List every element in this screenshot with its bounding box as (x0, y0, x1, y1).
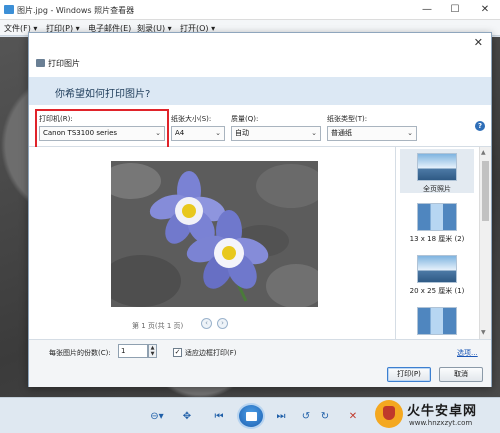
previous-page-button[interactable]: ‹ (201, 318, 212, 329)
printer-highlight-box (35, 109, 169, 151)
chevron-down-icon: ⌄ (407, 129, 413, 137)
window-title: 图片.jpg - Windows 照片查看器 (17, 6, 135, 15)
scroll-up-icon[interactable]: ▲ (481, 149, 486, 156)
zoom-icon[interactable]: ⊖▾ (146, 408, 168, 426)
minimize-button[interactable]: — (420, 3, 434, 17)
paper-size-select[interactable]: A4 ⌄ (171, 126, 225, 141)
copies-label: 每张图片的份数(C): (49, 349, 111, 357)
next-page-button[interactable]: › (217, 318, 228, 329)
options-link[interactable]: 选项... (457, 348, 478, 358)
dialog-question: 你希望如何打印图片? (55, 89, 151, 100)
layout-label: 20 x 25 厘米 (1) (409, 287, 465, 295)
layout-full-page[interactable]: 全页照片 (400, 149, 474, 193)
previous-icon[interactable]: ⏮ (210, 408, 228, 426)
layout-20x25[interactable]: 20 x 25 厘米 (1) (400, 251, 474, 295)
watermark-url: www.hnzxzyt.com (409, 419, 473, 427)
copies-stepper[interactable]: ▲ ▼ (148, 344, 157, 358)
bull-logo-icon (375, 400, 403, 428)
fit-to-frame-checkbox[interactable]: ✓ (173, 348, 182, 357)
dialog-header: 打印图片 (29, 53, 491, 73)
next-icon[interactable]: ⏭ (272, 408, 290, 426)
question-band: 你希望如何打印图片? (29, 77, 491, 105)
layout-scrollbar[interactable]: ▲ ▼ (479, 147, 491, 339)
layout-label: 13 x 18 厘米 (2) (409, 235, 465, 243)
rotate-right-icon[interactable]: ↻ (318, 408, 332, 426)
rotate-left-icon[interactable]: ↺ (299, 408, 313, 426)
photo-viewer-app-icon (4, 5, 14, 14)
scroll-down-icon[interactable]: ▼ (481, 329, 486, 336)
layout-partial[interactable] (400, 303, 474, 337)
slideshow-button[interactable] (237, 403, 265, 429)
close-window-button[interactable]: ✕ (478, 3, 492, 17)
fit-to-frame-label: 适应边框打印(F) (185, 349, 237, 357)
site-watermark: 火牛安卓网 www.hnzxzyt.com (375, 398, 499, 432)
layout-label: 全页照片 (423, 185, 451, 193)
paper-type-label: 纸张类型(T): (327, 115, 368, 123)
columbine-flower-image (111, 161, 318, 307)
page-indicator: 第 1 页(共 1 页) (132, 322, 184, 330)
copies-row: 每张图片的份数(C): 1 ▲ ▼ ✓ 适应边框打印(F) 选项... (29, 339, 491, 363)
paper-type-select[interactable]: 普通纸 ⌄ (327, 126, 417, 141)
watermark-name: 火牛安卓网 (407, 404, 478, 419)
actual-size-icon[interactable]: ✥ (180, 408, 194, 426)
slideshow-icon (246, 412, 257, 421)
dialog-title: 打印图片 (48, 59, 80, 68)
quality-value: 自动 (235, 129, 249, 137)
dialog-button-row: 打印(P) 取消 (29, 363, 491, 387)
scrollbar-thumb[interactable] (482, 161, 489, 221)
printer-icon (36, 59, 45, 67)
print-button[interactable]: 打印(P) (387, 367, 431, 382)
layout-list: 全页照片 13 x 18 厘米 (2) 20 x 25 厘米 (1) (395, 147, 479, 339)
window-titlebar: 图片.jpg - Windows 照片查看器 — ☐ ✕ (0, 0, 500, 20)
layout-thumbnail (417, 307, 457, 335)
layout-13x18[interactable]: 13 x 18 厘米 (2) (400, 199, 474, 243)
print-pictures-dialog: ✕ 打印图片 你希望如何打印图片? 打印机(R): Canon TS3100 s… (28, 32, 492, 387)
layout-thumbnail (417, 255, 457, 283)
chevron-down-icon: ⌄ (215, 129, 221, 137)
delete-icon[interactable]: ✕ (346, 408, 360, 426)
print-preview: 第 1 页(共 1 页) ‹ › (29, 147, 395, 335)
paper-type-value: 普通纸 (331, 129, 352, 137)
layout-thumbnail (417, 153, 457, 181)
help-icon[interactable]: ? (475, 121, 485, 131)
quality-select[interactable]: 自动 ⌄ (231, 126, 321, 141)
maximize-button[interactable]: ☐ (448, 3, 462, 17)
dialog-close-button[interactable]: ✕ (474, 36, 483, 49)
cancel-button[interactable]: 取消 (439, 367, 483, 382)
layout-thumbnail (417, 203, 457, 231)
paper-size-label: 纸张大小(S): (171, 115, 212, 123)
preview-photo (111, 161, 318, 307)
copies-input[interactable]: 1 (118, 344, 148, 358)
chevron-down-icon: ⌄ (311, 129, 317, 137)
quality-label: 质量(Q): (231, 115, 259, 123)
paper-size-value: A4 (175, 129, 185, 137)
